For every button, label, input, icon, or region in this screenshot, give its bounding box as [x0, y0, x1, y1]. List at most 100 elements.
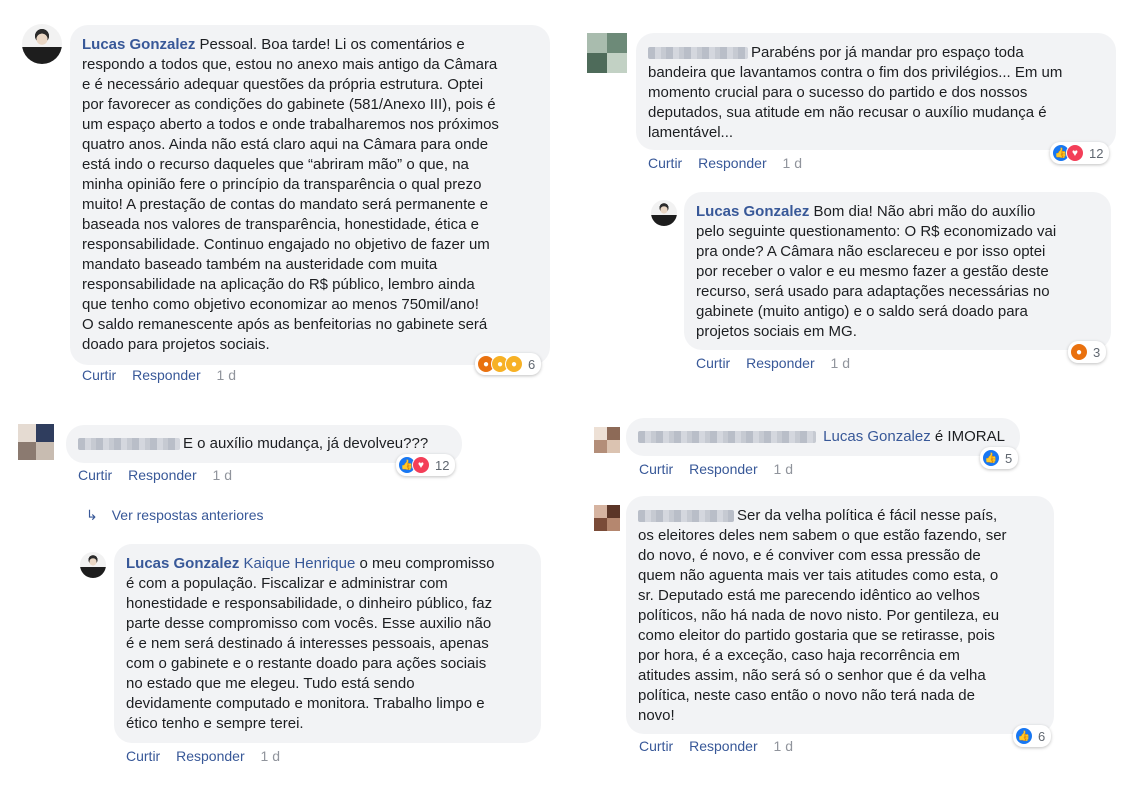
comment-actions: Curtir Responder 1 d — [696, 355, 862, 371]
comment-bubble: Lucas Gonzalez é IMORAL — [626, 418, 1020, 456]
like-link[interactable]: Curtir — [639, 461, 673, 477]
reply-link[interactable]: Responder — [132, 367, 201, 383]
comment-text-line: recurso, será usado para adaptações nece… — [696, 283, 1050, 300]
comment-text-line: por receber o valor e eu mesmo fazer a g… — [696, 263, 1049, 280]
comment-text-line: quatro anos. Ainda não está claro aqui n… — [82, 136, 489, 153]
like-reaction-icon: 👍 — [1015, 727, 1033, 745]
mention-link[interactable]: Kaique Henrique — [244, 555, 356, 572]
comment-bubble: Lucas Gonzalez Pessoal. Boa tarde! Li os… — [70, 25, 550, 365]
avatar[interactable] — [18, 424, 54, 460]
avatar[interactable] — [22, 24, 62, 64]
reaction-summary[interactable]: 👍 ♥ 12 — [1050, 142, 1110, 164]
reaction-summary[interactable]: 👍 5 — [980, 447, 1019, 469]
comment-time[interactable]: 1 d — [261, 748, 280, 764]
comment-text-line: responsabilidade. Continuo engajado no o… — [82, 236, 490, 253]
love-reaction-icon: ♥ — [1066, 144, 1084, 162]
comment-text-line: política, neste caso então o novo não te… — [638, 687, 975, 704]
blurred-author-name[interactable] — [638, 431, 816, 444]
reply-link[interactable]: Responder — [689, 461, 758, 477]
comment-text-line: Ser da velha política é fácil nesse país… — [737, 507, 998, 524]
comment-text-line: do novo, é novo, e é conviver com essa p… — [638, 547, 981, 564]
comment-text-line: os eleitores deles nem sabem o que estão… — [638, 527, 1007, 544]
comment-text-line: novo! — [638, 707, 675, 724]
comment-text-line: deputados, sua atitude em não recusar o … — [648, 104, 1047, 121]
reaction-summary[interactable]: ● 3 — [1068, 341, 1107, 363]
blurred-author-name[interactable] — [648, 47, 748, 60]
reaction-summary[interactable]: 👍 6 — [1013, 725, 1052, 747]
comment-actions: Curtir Responder 1 d — [648, 155, 814, 171]
like-link[interactable]: Curtir — [82, 367, 116, 383]
comment-author[interactable]: Lucas Gonzalez — [696, 203, 809, 220]
reply-link[interactable]: Responder — [698, 155, 767, 171]
comment-text-line: quem não aguenta mais ver tais atitudes … — [638, 567, 999, 584]
like-reaction-icon: 👍 — [982, 449, 1000, 467]
comment-text-line: Parabéns por já mandar pro espaço toda — [751, 44, 1024, 61]
comment-actions: Curtir Responder 1 d — [639, 738, 805, 754]
comment-text-line: pra onde? A Câmara não esclareceu e por … — [696, 243, 1046, 260]
comment-text-line: muito! A prestação de contas do mandato … — [82, 196, 489, 213]
comment-time[interactable]: 1 d — [831, 355, 850, 371]
avatar[interactable] — [587, 33, 627, 73]
avatar[interactable] — [80, 552, 106, 578]
comment-bubble: Ser da velha política é fácil nesse país… — [626, 496, 1054, 734]
comment-text-line: baseada nos valores de transparência, ho… — [82, 216, 479, 233]
comment-text-line: parte desse compromisso com vocês. Esse … — [126, 615, 492, 632]
reply-link[interactable]: Responder — [176, 748, 245, 764]
comment-bubble: Lucas Gonzalez Bom dia! Não abri mão do … — [684, 192, 1111, 350]
comment-text-line: doado para projetos sociais. — [82, 336, 270, 353]
blurred-author-name[interactable] — [78, 438, 180, 451]
comment-text-line: está indo o recurso daqueles que “abrira… — [82, 156, 469, 173]
comment-actions: Curtir Responder 1 d — [126, 748, 292, 764]
comment-text-line: respondo a todos que, estou no anexo mai… — [82, 56, 498, 73]
reaction-count: 5 — [1005, 450, 1013, 466]
reaction-count: 3 — [1093, 344, 1101, 360]
reply-link[interactable]: Responder — [128, 467, 197, 483]
comment-time[interactable]: 1 d — [783, 155, 802, 171]
reaction-summary[interactable]: ● ● ● 6 — [475, 353, 542, 375]
comment-time[interactable]: 1 d — [774, 461, 793, 477]
like-link[interactable]: Curtir — [696, 355, 730, 371]
blurred-author-name[interactable] — [638, 510, 734, 523]
comment-text-line: por hora, é a exceção, caso haja recorrê… — [638, 647, 960, 664]
avatar[interactable] — [594, 505, 620, 531]
reply-link[interactable]: Responder — [689, 738, 758, 754]
comment-text-line: o meu compromisso — [359, 555, 495, 572]
comment-text-line: ético tenho e sempre terei. — [126, 715, 304, 732]
comment-text-line: responsabilidade na aplicação do R$ públ… — [82, 276, 475, 293]
like-link[interactable]: Curtir — [78, 467, 112, 483]
reaction-summary[interactable]: 👍 ♥ 12 — [396, 454, 456, 476]
comment-text-line: no estado que me elegeu. Tudo está sendo — [126, 675, 415, 692]
reaction-count: 12 — [435, 457, 450, 473]
reply-arrow-icon: ↳ — [86, 507, 98, 523]
comment-text-line: mandato baseado também na austeridade co… — [82, 256, 438, 273]
view-previous-replies-link[interactable]: ↳ Ver respostas anteriores — [86, 507, 263, 524]
comment-text-line: Pessoal. Boa tarde! Li os comentários e — [199, 36, 465, 53]
like-link[interactable]: Curtir — [639, 738, 673, 754]
comment-text-line: e é necessário adequar questões da própr… — [82, 76, 484, 93]
comment-text-line: honestidade e responsabilidade, o dinhei… — [126, 595, 493, 612]
comment-text-line: sr. Deputado está me parecendo idêntico … — [638, 587, 980, 604]
comment-author[interactable]: Lucas Gonzalez — [82, 36, 195, 53]
comment-author[interactable]: Lucas Gonzalez — [126, 555, 239, 572]
avatar[interactable] — [594, 427, 620, 453]
comment-text-line: lamentável... — [648, 124, 734, 141]
comment-text-line: devidamente computado e monitora. Trabal… — [126, 695, 485, 712]
comment-text-line: um espaço aberto a todos e onde trabalha… — [82, 116, 499, 133]
reply-link[interactable]: Responder — [746, 355, 815, 371]
comment-time[interactable]: 1 d — [217, 367, 236, 383]
comment-text-line: é com a população. Fiscalizar e administ… — [126, 575, 448, 592]
comment-bubble: Parabéns por já mandar pro espaço toda b… — [636, 33, 1116, 150]
like-link[interactable]: Curtir — [648, 155, 682, 171]
comment-text-line: por favorecer as condições do gabinete (… — [82, 96, 496, 113]
like-link[interactable]: Curtir — [126, 748, 160, 764]
comment-actions: Curtir Responder 1 d — [639, 461, 805, 477]
comment-time[interactable]: 1 d — [774, 738, 793, 754]
comment-time[interactable]: 1 d — [213, 467, 232, 483]
avatar[interactable] — [651, 200, 677, 226]
comment-text-line: como eleitor do partido gostaria que se … — [638, 627, 995, 644]
mention-link[interactable]: Lucas Gonzalez — [823, 428, 931, 445]
comment-text-line: políticos, não há nada de novo nisto. Po… — [638, 607, 1000, 624]
comment-bubble: Lucas Gonzalez Kaique Henrique o meu com… — [114, 544, 541, 743]
reaction-count: 6 — [528, 356, 536, 372]
comment-text: E o auxílio mudança, já devolveu??? — [183, 435, 429, 452]
